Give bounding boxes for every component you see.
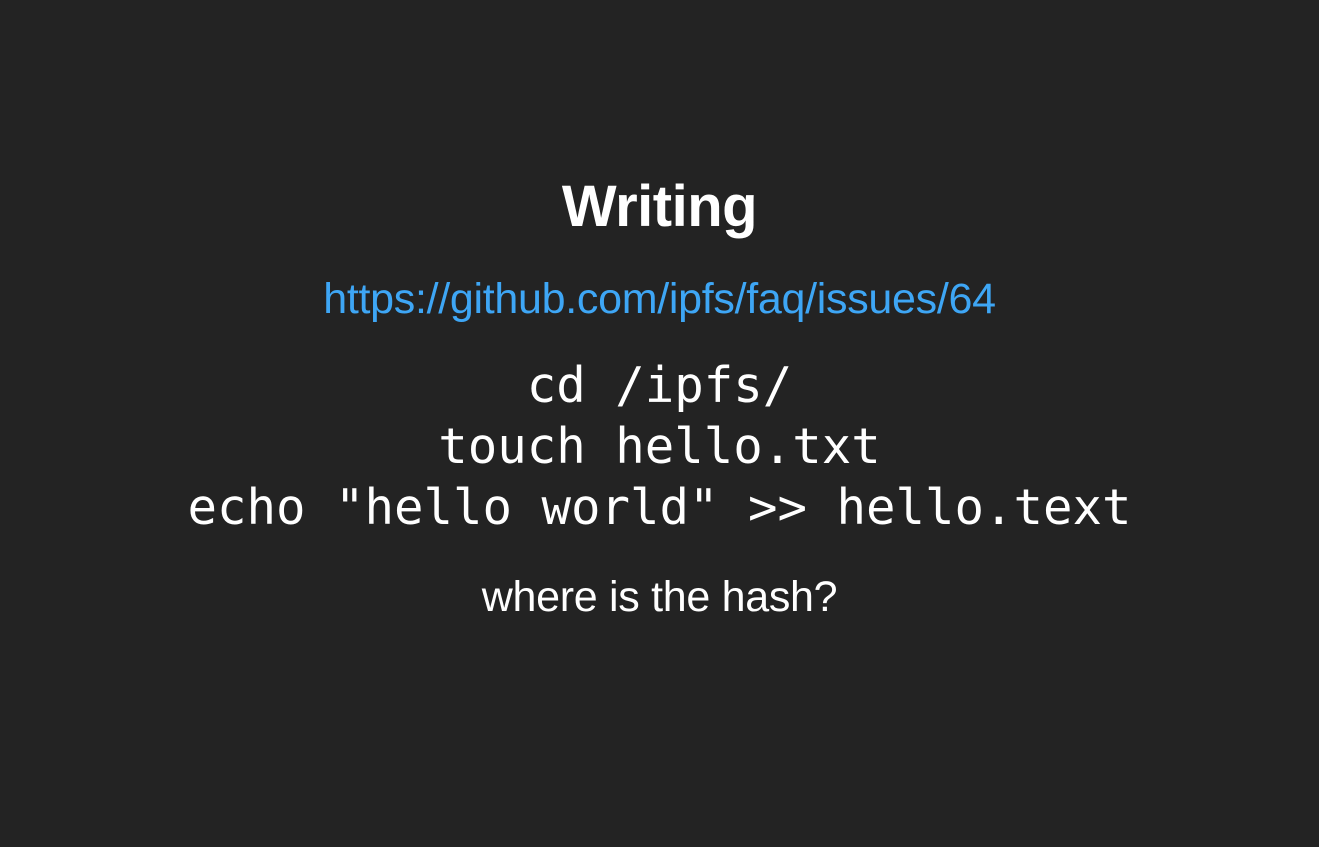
code-line-echo: echo "hello world" >> hello.text bbox=[187, 479, 1132, 536]
question-text: where is the hash? bbox=[481, 573, 838, 621]
code-line-cd: cd /ipfs/ bbox=[526, 357, 793, 414]
code-line-touch: touch hello.txt bbox=[438, 418, 881, 475]
code-block: cd /ipfs/ touch hello.txt echo "hello wo… bbox=[0, 355, 1319, 538]
slide: Writing https://github.com/ipfs/faq/issu… bbox=[0, 0, 1319, 847]
issue-link[interactable]: https://github.com/ipfs/faq/issues/64 bbox=[0, 272, 1319, 326]
slide-title: Writing bbox=[561, 174, 758, 239]
